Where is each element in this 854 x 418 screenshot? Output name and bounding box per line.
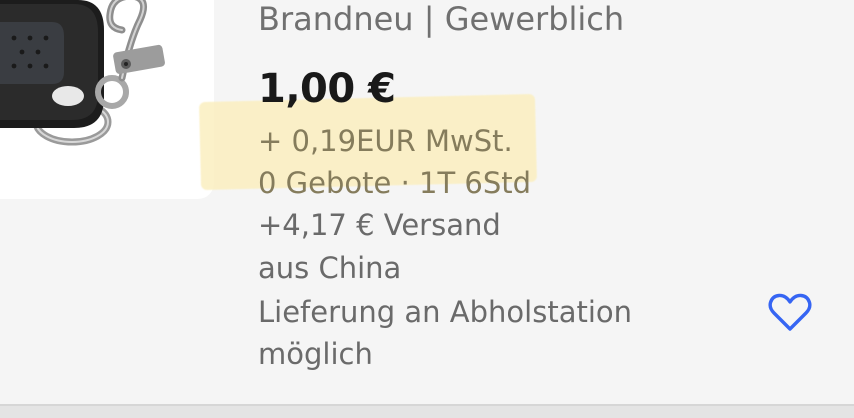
heart-icon: [768, 293, 812, 331]
item-tax: + 0,19EUR MwSt.: [258, 124, 513, 158]
item-pickup-line1: Lieferung an Abholstation: [258, 295, 633, 329]
watch-button[interactable]: [766, 290, 814, 336]
item-condition: Brandneu | Gewerblich: [258, 0, 625, 38]
item-pickup-line2: möglich: [258, 337, 373, 371]
item-bids-time: 0 Gebote · 1T 6Std: [258, 166, 532, 200]
listing-card[interactable]: Brandneu | Gewerblich 1,00 € + 0,19EUR M…: [0, 0, 854, 404]
item-price: 1,00 €: [258, 66, 396, 112]
item-origin: aus China: [258, 251, 402, 285]
remote-keyfob-image: [0, 0, 165, 146]
product-image[interactable]: [0, 0, 214, 199]
item-shipping: +4,17 € Versand: [258, 208, 501, 242]
